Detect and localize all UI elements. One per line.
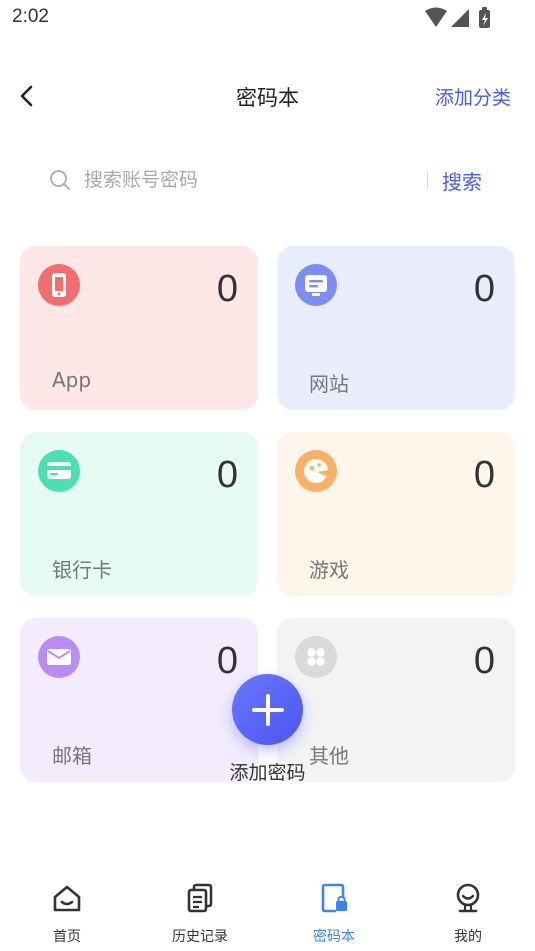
mail-icon (38, 636, 80, 678)
app-header: 密码本 添加分类 (0, 66, 535, 126)
status-time: 2:02 (12, 6, 49, 27)
tab-label: 历史记录 (172, 929, 228, 945)
status-icons (425, 7, 490, 28)
password-book-icon (321, 883, 347, 913)
add-category-link[interactable]: 添加分类 (435, 83, 511, 110)
category-label: 游戏 (309, 558, 349, 582)
category-count: 0 (473, 640, 495, 682)
category-card-app[interactable]: 0 App (20, 246, 258, 410)
search-divider (427, 171, 428, 189)
category-card-website[interactable]: 0 网站 (277, 246, 515, 410)
history-icon (187, 883, 213, 913)
tab-label: 首页 (53, 929, 81, 945)
other-icon (295, 636, 337, 678)
wifi-icon (425, 7, 447, 27)
category-count: 0 (216, 640, 238, 682)
search-bar: 搜索 (30, 158, 505, 202)
search-icon (50, 170, 70, 190)
category-count: 0 (216, 268, 238, 310)
category-label: App (52, 368, 92, 392)
plus-icon (251, 693, 284, 726)
category-label: 网站 (309, 372, 349, 396)
status-bar: 2:02 (0, 0, 535, 36)
add-password-label: 添加密码 (229, 762, 306, 784)
website-icon (295, 264, 337, 306)
tab-label: 密码本 (313, 929, 355, 945)
cellular-signal-icon (451, 9, 469, 27)
bottom-tab-bar: 首页 历史记录 密码本 我的 (0, 870, 535, 951)
tab-home[interactable]: 首页 (17, 882, 117, 948)
tab-password-book[interactable]: 密码本 (284, 882, 384, 948)
category-label: 邮箱 (52, 744, 92, 768)
add-password-button[interactable] (232, 674, 303, 745)
category-count: 0 (473, 268, 495, 310)
search-input[interactable] (84, 164, 414, 196)
category-count: 0 (216, 454, 238, 496)
category-label: 银行卡 (52, 558, 112, 582)
phone-icon (38, 264, 80, 306)
bank-card-icon (38, 450, 80, 492)
game-icon (295, 450, 337, 492)
category-count: 0 (473, 454, 495, 496)
category-card-game[interactable]: 0 游戏 (277, 432, 515, 596)
home-icon (53, 885, 81, 912)
tab-history[interactable]: 历史记录 (150, 882, 250, 948)
search-button[interactable]: 搜索 (442, 166, 482, 195)
category-card-bank-card[interactable]: 0 银行卡 (20, 432, 258, 596)
tab-label: 我的 (454, 929, 482, 945)
profile-icon (456, 883, 480, 913)
tab-profile[interactable]: 我的 (418, 882, 518, 948)
